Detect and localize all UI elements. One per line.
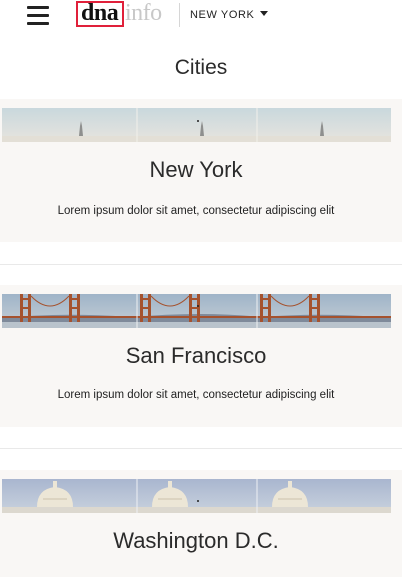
caret-down-icon: [259, 11, 268, 16]
app-header: dna info NEW YORK: [0, 0, 402, 34]
washington-dc-banner-image: [2, 479, 391, 513]
city-name: San Francisco: [125, 343, 267, 368]
card-separator: [0, 264, 402, 265]
city-card-washington-dc[interactable]: Washington D.C.: [0, 470, 402, 577]
logo-dna-text: dna: [81, 0, 119, 26]
city-dropdown-label: NEW YORK: [190, 9, 255, 21]
hamburger-menu-icon[interactable]: [27, 6, 49, 25]
city-card-new-york[interactable]: New York Lorem ipsum dolor sit amet, con…: [0, 99, 402, 242]
page-title: Cities: [174, 56, 228, 79]
dnainfo-logo[interactable]: dna info: [76, 0, 172, 31]
new-york-banner-image: [2, 108, 391, 142]
city-card-san-francisco[interactable]: San Francisco Lorem ipsum dolor sit amet…: [0, 285, 402, 427]
city-name: New York: [149, 157, 243, 182]
header-divider: [179, 3, 180, 27]
san-francisco-banner-image: [2, 294, 391, 328]
city-name: Washington D.C.: [113, 528, 279, 553]
city-dropdown[interactable]: NEW YORK: [190, 9, 268, 25]
logo-info-text: info: [125, 0, 162, 26]
city-description: Lorem ipsum dolor sit amet, consectetur …: [57, 389, 335, 401]
city-description: Lorem ipsum dolor sit amet, consectetur …: [57, 205, 335, 217]
card-separator: [0, 448, 402, 449]
